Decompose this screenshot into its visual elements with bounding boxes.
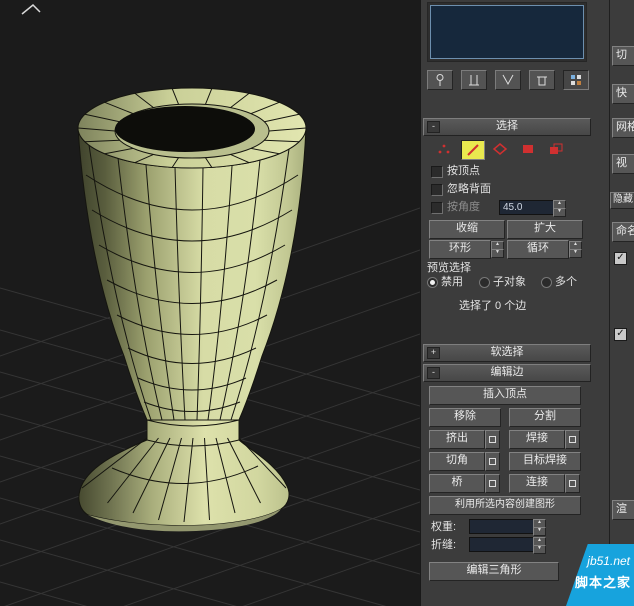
- crease-spinner[interactable]: ▲ ▼: [533, 537, 544, 552]
- chamfer-settings-button[interactable]: [485, 452, 500, 471]
- vase-cavity: [115, 106, 255, 152]
- angle-field[interactable]: 45.0: [499, 200, 557, 215]
- by-vertex-checkbox[interactable]: [431, 166, 443, 178]
- bridge-button[interactable]: 桥: [429, 474, 485, 493]
- rollout-soft-selection[interactable]: + 软选择: [423, 344, 591, 362]
- command-panel: - 选择 按顶点 忽略背面 按角度 45.0: [420, 0, 609, 606]
- edge-subobject-icon[interactable]: [461, 140, 485, 160]
- configure-modifier-sets-icon[interactable]: [563, 70, 589, 90]
- chamfer-button[interactable]: 切角: [429, 452, 485, 471]
- grow-button[interactable]: 扩大: [507, 220, 583, 239]
- vase-body: [78, 128, 306, 420]
- ring-spinner[interactable]: ▲ ▼: [491, 241, 502, 256]
- strip-checkbox[interactable]: ✓: [614, 252, 627, 265]
- spinner-down-icon[interactable]: ▼: [491, 249, 504, 258]
- vase-model[interactable]: [78, 88, 306, 531]
- crease-field[interactable]: [469, 537, 537, 552]
- remove-button[interactable]: 移除: [429, 408, 501, 427]
- ring-button[interactable]: 环形: [429, 240, 491, 259]
- vase-foot: [79, 420, 289, 526]
- preview-selection-label: 预览选择: [427, 262, 471, 274]
- preview-disable-label: 禁用: [441, 276, 463, 288]
- remove-modifier-icon[interactable]: [529, 70, 555, 90]
- selection-status: 选择了 0 个边: [459, 300, 526, 312]
- modifier-stack-list[interactable]: [430, 5, 584, 59]
- strip-checkbox[interactable]: ✓: [614, 328, 627, 341]
- by-angle-label: 按角度: [447, 201, 480, 213]
- show-end-result-icon[interactable]: [461, 70, 487, 90]
- rollout-edit-edges[interactable]: - 编辑边: [423, 364, 591, 382]
- rollout-selection[interactable]: - 选择: [423, 118, 591, 136]
- weld-settings-button[interactable]: [565, 430, 580, 449]
- preview-subobj-label: 子对象: [493, 276, 526, 288]
- modifier-stack-window[interactable]: [427, 2, 587, 62]
- extrude-settings-button[interactable]: [485, 430, 500, 449]
- strip-button[interactable]: 网格: [612, 118, 634, 138]
- split-button[interactable]: 分割: [509, 408, 581, 427]
- modifier-stack-toolbar: [427, 70, 589, 90]
- create-shape-button[interactable]: 利用所选内容创建图形: [429, 496, 581, 515]
- spinner-down-icon[interactable]: ▼: [553, 208, 566, 217]
- strip-button[interactable]: 快: [612, 84, 634, 104]
- rollout-title: 选择: [424, 119, 590, 133]
- strip-button[interactable]: 渲: [612, 500, 634, 520]
- secondary-panel-strip: 切 快 网格 视 隐藏 命名 ✓ ✓ 渲: [609, 0, 634, 606]
- crease-label: 折缝:: [431, 539, 456, 551]
- strip-button[interactable]: 切: [612, 46, 634, 66]
- viewport-axis-mark: [22, 5, 40, 14]
- max-window: - 选择 按顶点 忽略背面 按角度 45.0: [0, 0, 634, 606]
- vertex-subobject-icon[interactable]: [433, 140, 455, 158]
- rollout-title: 编辑边: [424, 365, 590, 379]
- expand-icon[interactable]: +: [427, 347, 440, 359]
- connect-settings-button[interactable]: [565, 474, 580, 493]
- ignore-backfacing-checkbox[interactable]: [431, 184, 443, 196]
- collapse-icon[interactable]: -: [427, 121, 440, 133]
- connect-button[interactable]: 连接: [509, 474, 565, 493]
- weight-spinner[interactable]: ▲ ▼: [533, 519, 544, 534]
- strip-button[interactable]: 视: [612, 154, 634, 174]
- make-unique-icon[interactable]: [495, 70, 521, 90]
- pin-stack-icon[interactable]: [427, 70, 453, 90]
- watermark-name: 脚本之家: [575, 572, 631, 591]
- edit-triangulation-button[interactable]: 编辑三角形: [429, 562, 559, 581]
- preview-subobj-radio[interactable]: [479, 277, 490, 288]
- preview-multiple-label: 多个: [555, 276, 577, 288]
- perspective-viewport[interactable]: [0, 0, 420, 606]
- viewport-canvas: [0, 0, 420, 606]
- element-subobject-icon[interactable]: [545, 140, 567, 158]
- polygon-subobject-icon[interactable]: [517, 140, 539, 158]
- rollout-title: 软选择: [424, 345, 590, 359]
- bridge-settings-button[interactable]: [485, 474, 500, 493]
- spinner-down-icon[interactable]: ▼: [533, 527, 546, 536]
- extrude-button[interactable]: 挤出: [429, 430, 485, 449]
- strip-rollout-header[interactable]: 隐藏: [610, 192, 634, 209]
- weight-field[interactable]: [469, 519, 537, 534]
- shrink-button[interactable]: 收缩: [429, 220, 505, 239]
- strip-button[interactable]: 命名: [612, 222, 634, 242]
- spinner-down-icon[interactable]: ▼: [569, 249, 582, 258]
- weld-button[interactable]: 焊接: [509, 430, 565, 449]
- insert-vertex-button[interactable]: 插入顶点: [429, 386, 581, 405]
- ignore-backfacing-label: 忽略背面: [447, 183, 491, 195]
- by-vertex-label: 按顶点: [447, 165, 480, 177]
- weight-label: 权重:: [431, 521, 456, 533]
- by-angle-checkbox[interactable]: [431, 202, 443, 214]
- collapse-icon[interactable]: -: [427, 367, 440, 379]
- preview-disable-radio[interactable]: [427, 277, 438, 288]
- angle-spinner[interactable]: ▲ ▼: [553, 200, 564, 215]
- preview-multiple-radio[interactable]: [541, 277, 552, 288]
- spinner-down-icon[interactable]: ▼: [533, 545, 546, 554]
- loop-button[interactable]: 循环: [507, 240, 569, 259]
- loop-spinner[interactable]: ▲ ▼: [569, 241, 580, 256]
- target-weld-button[interactable]: 目标焊接: [509, 452, 581, 471]
- border-subobject-icon[interactable]: [489, 140, 511, 158]
- watermark-site: jb51.net: [587, 554, 630, 568]
